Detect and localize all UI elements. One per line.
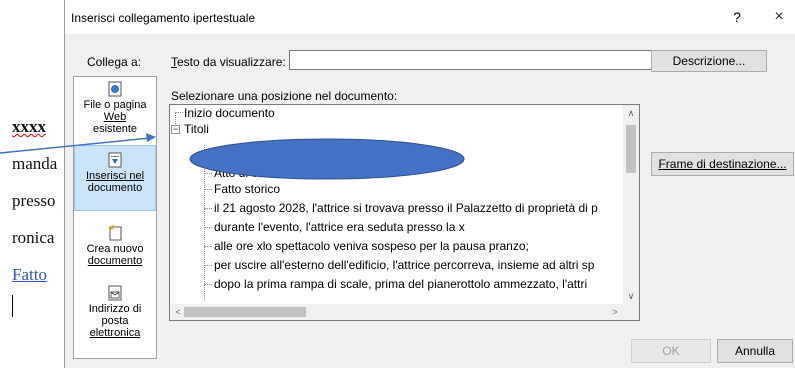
- dialog-titlebar: Inserisci collegamento ipertestuale ? ×: [65, 0, 795, 34]
- nav-existing-file[interactable]: File o pagina Web esistente: [74, 81, 156, 141]
- link-to-nav: File o pagina Web esistente Inserisci ne…: [73, 76, 157, 359]
- screentip-button[interactable]: Descrizione...: [651, 50, 767, 72]
- text-to-display-input[interactable]: [289, 50, 703, 70]
- vertical-scroll-thumb[interactable]: [626, 125, 636, 173]
- nav-email-line1: Indirizzo di: [88, 303, 142, 315]
- tree-item-heading[interactable]: durante l'evento, l'attrice era seduta p…: [214, 219, 465, 235]
- web-page-icon: [108, 81, 122, 97]
- nav-email-line2: posta: [101, 315, 129, 327]
- scroll-up-icon[interactable]: ∧: [623, 105, 639, 121]
- doc-line-4: ronica: [12, 228, 55, 247]
- tree-item-heading[interactable]: Fatto storico: [214, 181, 280, 197]
- doc-line-2: manda: [12, 154, 58, 173]
- close-button[interactable]: ×: [765, 6, 793, 28]
- new-document-icon: [108, 225, 122, 241]
- target-frame-label: Frame di destinazione...: [658, 157, 787, 171]
- select-place-label: Selezionare una posizione nel documento:: [171, 89, 398, 103]
- nav-email-line3: elettronica: [89, 327, 141, 339]
- nav-new-document-line1: Crea nuovo: [86, 243, 144, 255]
- nav-new-document[interactable]: Crea nuovo documento: [74, 225, 156, 281]
- text-cursor: [12, 295, 13, 317]
- cancel-button[interactable]: Annulla: [717, 339, 793, 363]
- horizontal-scroll-thumb[interactable]: [184, 307, 306, 317]
- help-button[interactable]: ?: [725, 6, 749, 28]
- tree-item-top-of-document[interactable]: Inizio documento: [184, 105, 275, 121]
- nav-place-in-document-line1: Inserisci nel: [85, 170, 145, 182]
- horizontal-scrollbar[interactable]: < >: [170, 304, 623, 320]
- ok-button[interactable]: OK: [631, 339, 711, 363]
- text-to-display-label: Testo da visualizzare:: [171, 55, 286, 69]
- nav-email-address[interactable]: Indirizzo di posta elettronica: [74, 285, 156, 355]
- tree-item-heading[interactable]: Atto di citazione: [214, 165, 299, 181]
- dialog-title: Inserisci collegamento ipertestuale: [71, 11, 256, 25]
- doc-line-1: xxxx: [12, 117, 46, 136]
- hyperlink-dialog: Inserisci collegamento ipertestuale ? × …: [64, 0, 795, 368]
- tree-item-heading[interactable]: alle ore xlo spettacolo veniva sospeso p…: [214, 238, 529, 254]
- scroll-corner: [623, 304, 639, 320]
- text-to-display-label-rest: esto da visualizzare:: [177, 55, 286, 69]
- email-address-icon: [108, 285, 122, 301]
- nav-place-in-document-line2: documento: [87, 182, 143, 194]
- doc-link-line[interactable]: Fatto: [12, 265, 47, 285]
- target-frame-button[interactable]: Frame di destinazione...: [651, 152, 794, 176]
- scroll-right-icon[interactable]: >: [607, 304, 623, 320]
- doc-line-3: presso: [12, 191, 56, 210]
- tree-item-heading[interactable]: per uscire all'esterno dell'edificio, l'…: [214, 257, 594, 273]
- scroll-down-icon[interactable]: ∨: [623, 288, 639, 304]
- tree-item-heading[interactable]: il 21 agosto 2028, l'attrice si trovava …: [214, 200, 598, 216]
- tree-item-heading[interactable]: dopo la prima rampa di scale, prima del …: [214, 276, 587, 292]
- document-outline-tree[interactable]: Inizio documento − Titoli Atto di citazi…: [169, 104, 640, 321]
- nav-place-in-document[interactable]: Inserisci nel documento: [74, 145, 156, 211]
- link-to-label: Collega a:: [87, 55, 142, 69]
- nav-new-document-line2: documento: [87, 255, 143, 267]
- nav-existing-file-line2: Web: [103, 111, 127, 123]
- place-in-document-icon: [108, 152, 122, 168]
- tree-item-headings[interactable]: Titoli: [184, 121, 209, 137]
- vertical-scrollbar[interactable]: ∧ ∨: [623, 105, 639, 304]
- nav-existing-file-line3: esistente: [92, 123, 138, 135]
- nav-existing-file-line1: File o pagina: [83, 99, 147, 111]
- collapse-icon[interactable]: −: [171, 125, 180, 134]
